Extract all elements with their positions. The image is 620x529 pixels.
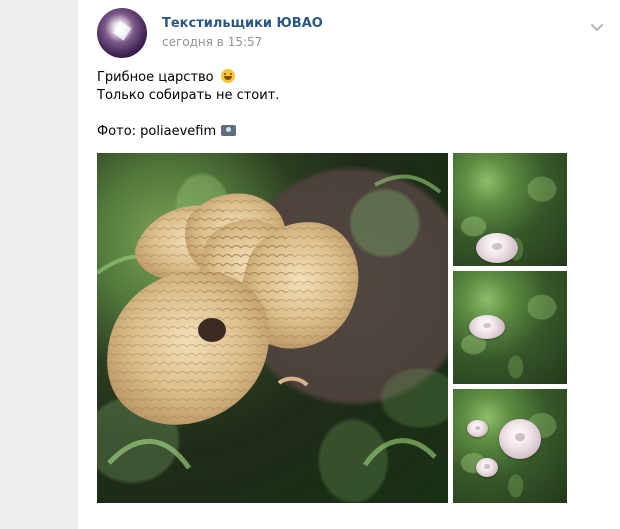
- mushroom-cap: [499, 419, 541, 459]
- post-text-spacer: [97, 105, 597, 123]
- photo-gallery: [97, 153, 567, 503]
- group-name-link[interactable]: Текстильщики ЮВАО: [162, 16, 323, 31]
- photo-thumbnail-3[interactable]: [453, 389, 567, 503]
- post-text-line-3: Фото: poliaevefim: [97, 123, 597, 141]
- left-gutter: [0, 0, 78, 529]
- post-text-line-2: Только собирать не стоит.: [97, 88, 280, 103]
- mushroom-cap: [476, 233, 518, 263]
- photo-thumbnail-1[interactable]: [453, 153, 567, 266]
- post-time-link[interactable]: сегодня в 15:57: [162, 35, 262, 49]
- mushroom-cap: [469, 315, 505, 339]
- chevron-down-icon[interactable]: [589, 19, 605, 35]
- mushroom-cluster-illustration: [97, 174, 442, 470]
- post-header: Текстильщики ЮВАО сегодня в 15:57: [97, 8, 612, 60]
- post-text: Грибное царство Только собирать не стоит…: [97, 69, 597, 141]
- camera-emoji-icon: [221, 125, 237, 136]
- post-card: Текстильщики ЮВАО сегодня в 15:57 Грибно…: [78, 0, 620, 529]
- mushroom-caps: [107, 193, 359, 425]
- post-text-line-1: Грибное царство: [97, 69, 597, 87]
- grinning-face-emoji-icon: [220, 69, 235, 83]
- mushroom-cap: [476, 458, 498, 477]
- mushroom-cap: [467, 420, 488, 437]
- main-photo[interactable]: [97, 153, 448, 503]
- page: Текстильщики ЮВАО сегодня в 15:57 Грибно…: [0, 0, 620, 529]
- group-avatar[interactable]: [97, 8, 147, 58]
- photo-thumbnail-2[interactable]: [453, 271, 567, 384]
